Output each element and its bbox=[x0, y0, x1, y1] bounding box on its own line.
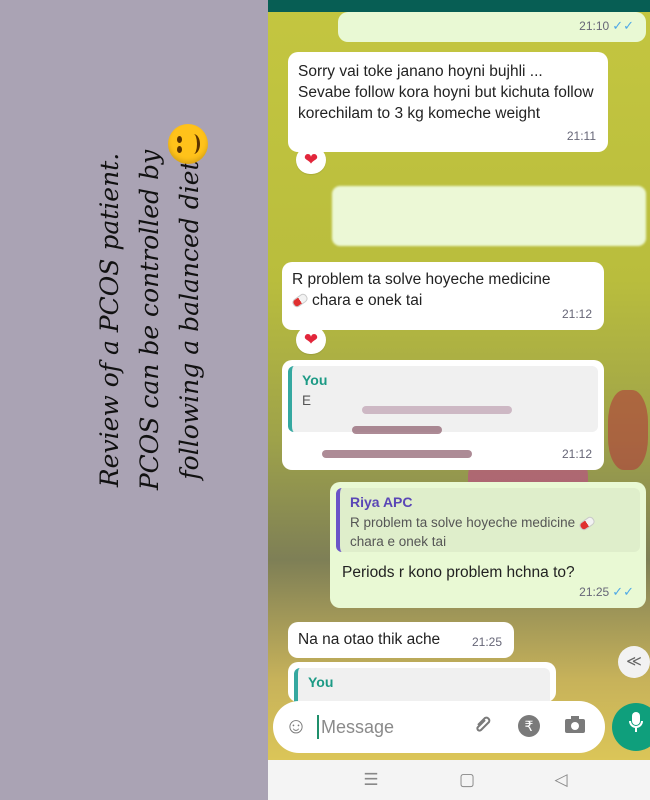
message-text: R problem ta solve hoyeche medicine bbox=[292, 271, 551, 288]
message-time: 21:25 bbox=[471, 635, 502, 649]
caption-panel: Review of a PCOS patient. PCOS can be co… bbox=[0, 0, 268, 800]
message-incoming[interactable]: Na na otao thik ache 21:25 bbox=[288, 622, 514, 658]
smiley-emoji-icon bbox=[168, 124, 208, 164]
quoted-text: R problem ta solve hoyeche medicine char… bbox=[350, 513, 630, 551]
message-time: 21:25 ✓✓ bbox=[579, 584, 634, 599]
redaction-mark bbox=[362, 406, 512, 414]
quoted-message[interactable]: You E bbox=[288, 366, 598, 432]
message-text: Na na otao thik ache bbox=[298, 631, 441, 648]
attach-icon[interactable] bbox=[471, 714, 495, 738]
chat-header-edge bbox=[268, 0, 650, 12]
message-text: Periods r kono problem hchna to? bbox=[342, 564, 575, 581]
redaction-mark bbox=[352, 426, 442, 434]
heart-reaction-icon[interactable]: ❤ bbox=[296, 146, 326, 174]
message-time: 21:12 bbox=[561, 307, 592, 321]
wallpaper-detail bbox=[608, 390, 648, 470]
message-time: 21:11 bbox=[566, 129, 596, 143]
message-incoming[interactable]: R problem ta solve hoyeche medicine char… bbox=[282, 262, 604, 330]
message-outgoing[interactable]: Riya APC R problem ta solve hoyeche medi… bbox=[330, 482, 646, 608]
home-icon[interactable]: ▢ bbox=[456, 770, 478, 790]
heart-reaction-icon[interactable]: ❤ bbox=[296, 326, 326, 354]
quoted-sender: You bbox=[308, 674, 334, 690]
back-icon[interactable]: ◁ bbox=[550, 770, 572, 790]
caption-line-2: PCOS can be controlled by bbox=[135, 149, 164, 491]
message-incoming[interactable]: Sorry vai toke janano hoyni bujhli ... S… bbox=[288, 52, 608, 152]
caption-text: Review of a PCOS patient. PCOS can be co… bbox=[90, 100, 230, 540]
message-input-bar: ☺ ₹ bbox=[273, 701, 605, 753]
message-time: 21:10 ✓✓ bbox=[579, 18, 634, 33]
redaction-mark bbox=[322, 450, 472, 458]
message-input[interactable] bbox=[317, 715, 451, 739]
menu-icon[interactable]: ☰ bbox=[360, 770, 382, 790]
read-ticks-icon: ✓✓ bbox=[612, 584, 634, 599]
quoted-message[interactable]: Riya APC R problem ta solve hoyeche medi… bbox=[336, 488, 640, 552]
caption-line-1: Review of a PCOS patient. bbox=[95, 152, 124, 488]
scroll-down-icon[interactable]: ≪ bbox=[618, 646, 650, 678]
message-outgoing[interactable]: 21:10 ✓✓ bbox=[338, 12, 646, 42]
mic-icon[interactable] bbox=[612, 703, 650, 751]
message-incoming[interactable]: You bbox=[288, 662, 556, 708]
chat-window[interactable]: 21:10 ✓✓ Sorry vai toke janano hoyni bujh… bbox=[268, 0, 650, 800]
system-nav-bar: ☰ ▢ ◁ bbox=[268, 760, 650, 800]
message-time: 21:12 bbox=[561, 447, 592, 461]
rupee-icon[interactable]: ₹ bbox=[517, 714, 541, 738]
pill-emoji-icon bbox=[290, 292, 310, 310]
quoted-sender: You bbox=[302, 372, 328, 388]
emoji-icon[interactable]: ☺ bbox=[283, 713, 309, 739]
message-text: chara e onek tai bbox=[312, 292, 423, 309]
read-ticks-icon: ✓✓ bbox=[612, 18, 634, 33]
message-text: Sorry vai toke janano hoyni bujhli ... S… bbox=[298, 63, 594, 122]
message-incoming[interactable]: You E 21:12 bbox=[282, 360, 604, 470]
message-outgoing-redacted[interactable] bbox=[332, 186, 646, 246]
quoted-sender: Riya APC bbox=[350, 494, 413, 510]
caption-line-3: following a balanced diet bbox=[175, 160, 204, 480]
camera-icon[interactable] bbox=[563, 714, 587, 738]
pill-emoji-icon bbox=[577, 515, 597, 532]
